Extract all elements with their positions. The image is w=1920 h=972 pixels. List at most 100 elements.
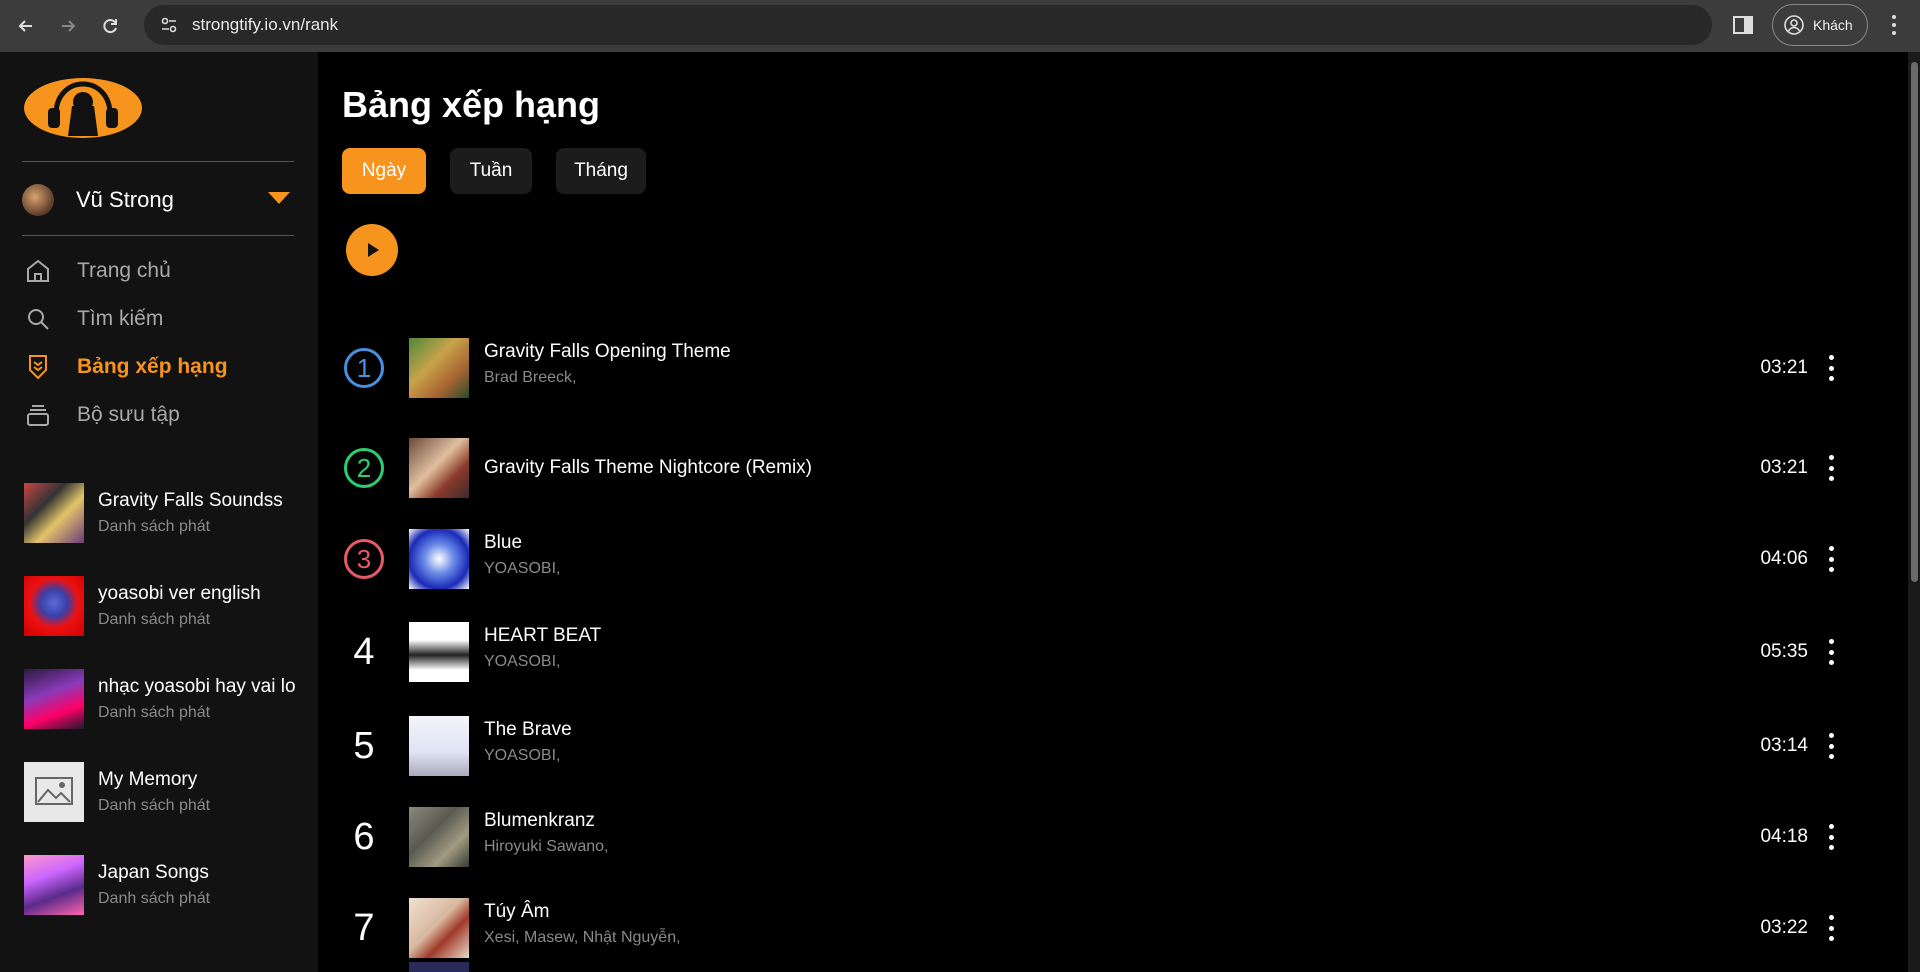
profile-button[interactable]: Khách xyxy=(1772,4,1868,46)
divider xyxy=(22,161,294,162)
more-options-icon[interactable] xyxy=(1826,824,1836,850)
address-bar[interactable]: strongtify.io.vn/rank xyxy=(144,5,1712,45)
more-options-icon[interactable] xyxy=(1826,733,1836,759)
song-duration: 05:35 xyxy=(1760,641,1808,662)
playlist-item[interactable]: yoasobi ver english Danh sách phát xyxy=(24,575,314,637)
nav-library-label: Bộ sưu tập xyxy=(77,403,180,426)
rank-badge: 1 xyxy=(342,337,386,399)
nav-rank[interactable]: Bảng xếp hạng xyxy=(24,349,294,385)
song-artist[interactable]: Hiroyuki Sawano, xyxy=(484,838,609,856)
browser-toolbar: strongtify.io.vn/rank Khách xyxy=(0,0,1920,52)
rank-number: 6 xyxy=(353,815,375,858)
nav-home[interactable]: Trang chủ xyxy=(24,253,294,289)
playlist-cover xyxy=(24,576,84,636)
site-settings-icon[interactable] xyxy=(158,14,180,36)
rank-badge: 4 xyxy=(342,621,386,683)
forward-button[interactable] xyxy=(50,8,86,44)
song-row[interactable]: 7 Túy Âm Xesi, Masew, Nhật Nguyễn, 03:22 xyxy=(342,897,1902,959)
song-duration: 03:22 xyxy=(1760,917,1808,938)
song-row[interactable]: 3 Blue YOASOBI, 04:06 xyxy=(342,528,1902,590)
song-cover[interactable] xyxy=(409,962,469,972)
song-cover[interactable] xyxy=(409,529,469,589)
song-title[interactable]: Gravity Falls Theme Nightcore (Remix) xyxy=(484,457,812,479)
tab-month[interactable]: Tháng xyxy=(556,148,646,194)
song-title[interactable]: Blumenkranz xyxy=(484,810,609,832)
nav-rank-label: Bảng xếp hạng xyxy=(77,355,228,378)
strongtify-logo[interactable] xyxy=(22,70,144,142)
song-row[interactable]: 2 Gravity Falls Theme Nightcore (Remix) … xyxy=(342,437,1902,499)
rank-number: 7 xyxy=(353,906,375,949)
song-artist[interactable]: YOASOBI, xyxy=(484,653,601,671)
library-icon xyxy=(27,405,49,426)
playlist-item[interactable]: nhạc yoasobi hay vai lo Danh sách phát xyxy=(24,668,314,730)
rank-badge: 3 xyxy=(342,528,386,590)
nav-home-label: Trang chủ xyxy=(77,259,171,282)
nav-search[interactable]: Tìm kiếm xyxy=(24,301,294,337)
song-cover[interactable] xyxy=(409,438,469,498)
more-options-icon[interactable] xyxy=(1826,355,1836,381)
playlist-subtitle: Danh sách phát xyxy=(98,611,211,628)
song-artist[interactable]: YOASOBI, xyxy=(484,560,560,578)
song-row[interactable]: 1 Gravity Falls Opening Theme Brad Breec… xyxy=(342,337,1902,399)
profile-label: Khách xyxy=(1813,17,1853,33)
avatar xyxy=(22,184,54,216)
playlist-cover xyxy=(24,669,84,729)
tab-week[interactable]: Tuần xyxy=(450,148,532,194)
playlist-cover xyxy=(24,483,84,543)
scrollbar[interactable] xyxy=(1908,52,1920,972)
song-row[interactable]: 5 The Brave YOASOBI, 03:14 xyxy=(342,715,1902,777)
url-text: strongtify.io.vn/rank xyxy=(192,15,339,34)
song-cover[interactable] xyxy=(409,807,469,867)
song-row[interactable]: 4 HEART BEAT YOASOBI, 05:35 xyxy=(342,621,1902,683)
song-artist[interactable]: YOASOBI, xyxy=(484,747,572,765)
song-artist[interactable]: Xesi, Masew, Nhật Nguyễn, xyxy=(484,929,681,947)
user-menu[interactable]: Vũ Strong xyxy=(22,180,294,220)
playlist-subtitle: Danh sách phát xyxy=(98,797,211,814)
song-row[interactable]: 6 Blumenkranz Hiroyuki Sawano, 04:18 xyxy=(342,806,1902,868)
more-options-icon[interactable] xyxy=(1826,915,1836,941)
scrollbar-thumb[interactable] xyxy=(1911,62,1918,582)
rank-number: 4 xyxy=(353,630,375,673)
more-options-icon[interactable] xyxy=(1826,639,1836,665)
playlist-item[interactable]: My Memory Danh sách phát xyxy=(24,761,314,823)
song-duration: 03:14 xyxy=(1760,735,1808,756)
search-icon xyxy=(28,309,49,330)
rank-badge: 6 xyxy=(342,806,386,868)
reload-button[interactable] xyxy=(92,8,128,44)
song-cover[interactable] xyxy=(409,338,469,398)
main-content: Bảng xếp hạng Ngày Tuần Tháng 1 Gravity … xyxy=(318,52,1908,972)
song-title[interactable]: HEART BEAT xyxy=(484,625,601,647)
song-cover[interactable] xyxy=(409,622,469,682)
rank-badge: 2 xyxy=(342,437,386,499)
tab-day[interactable]: Ngày xyxy=(342,148,426,194)
song-title[interactable]: Gravity Falls Opening Theme xyxy=(484,341,731,363)
song-artist[interactable]: Brad Breeck, xyxy=(484,369,731,387)
home-icon xyxy=(27,259,49,282)
arrow-left-icon xyxy=(18,20,32,32)
play-icon xyxy=(368,243,379,257)
playlist-title: yoasobi ver english xyxy=(98,583,261,604)
song-cover[interactable] xyxy=(409,716,469,776)
play-all-button[interactable] xyxy=(346,224,398,276)
side-panel-button[interactable] xyxy=(1730,12,1756,38)
song-title[interactable]: Blue xyxy=(484,532,560,554)
playlist-subtitle: Danh sách phát xyxy=(98,890,211,907)
arrow-right-icon xyxy=(62,20,76,32)
sidebar: Vũ Strong Trang chủ Tìm kiếm Bảng xếp hạ… xyxy=(0,52,318,972)
divider xyxy=(22,235,294,236)
playlist-subtitle: Danh sách phát xyxy=(98,518,211,535)
song-title[interactable]: The Brave xyxy=(484,719,572,741)
song-cover[interactable] xyxy=(409,898,469,958)
playlist-item[interactable]: Japan Songs Danh sách phát xyxy=(24,854,314,916)
playlist-item[interactable]: Gravity Falls Soundss Danh sách phát xyxy=(24,482,314,544)
rank-badge: 7 xyxy=(342,897,386,959)
more-options-icon[interactable] xyxy=(1826,455,1836,481)
browser-menu-button[interactable] xyxy=(1882,12,1906,38)
back-button[interactable] xyxy=(8,8,44,44)
playlist-subtitle: Danh sách phát xyxy=(98,704,211,721)
reload-icon xyxy=(103,19,117,34)
nav-library[interactable]: Bộ sưu tập xyxy=(24,397,294,433)
more-options-icon[interactable] xyxy=(1826,546,1836,572)
caret-down-icon[interactable] xyxy=(268,192,290,204)
song-title[interactable]: Túy Âm xyxy=(484,901,681,923)
